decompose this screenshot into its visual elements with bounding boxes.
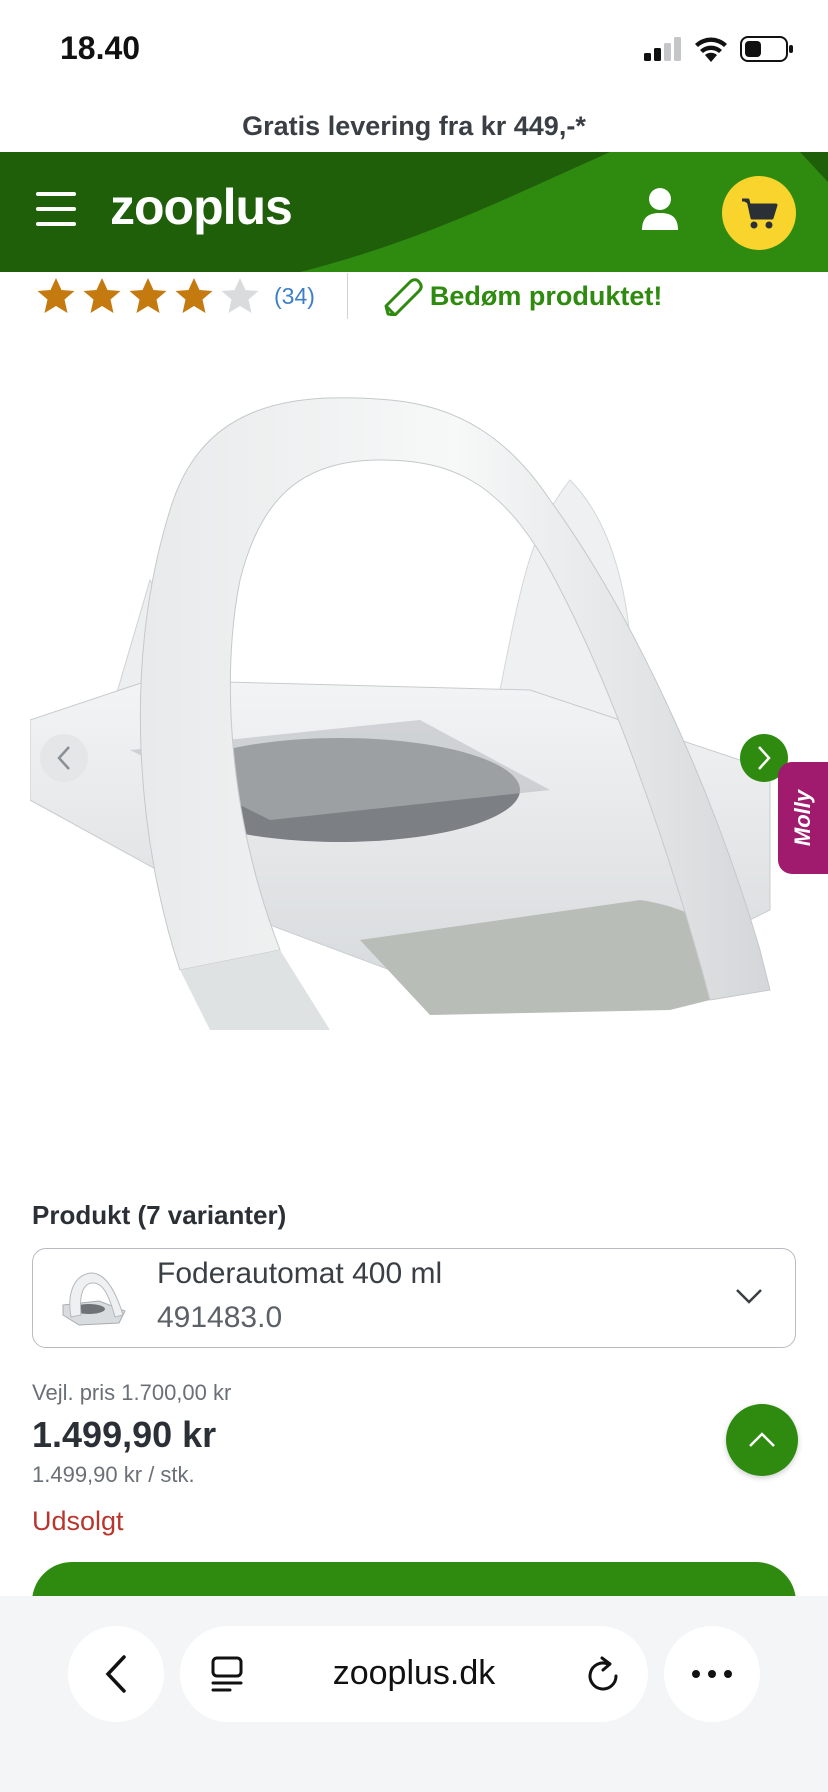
product-gallery[interactable] — [30, 350, 800, 1130]
site-header: zooplus — [0, 152, 828, 272]
zooplus-logo[interactable]: zooplus — [110, 178, 293, 236]
account-icon[interactable] — [640, 186, 680, 234]
wifi-icon — [695, 37, 727, 62]
status-icons — [644, 36, 794, 62]
variant-label: Produkt (7 varianter) — [32, 1200, 287, 1230]
pencil-icon — [384, 278, 423, 316]
chevron-left-icon — [57, 746, 70, 770]
status-bar: 18.40 — [0, 0, 828, 100]
star-filled-icon — [129, 278, 167, 313]
chevron-right-icon — [758, 746, 771, 770]
variant-sku: 491483.0 — [157, 1301, 283, 1334]
review-count-link[interactable]: (34) — [274, 283, 315, 310]
variant-name: Foderautomat 400 ml — [157, 1257, 443, 1290]
rating-divider — [346, 273, 348, 319]
chevron-up-icon — [749, 1432, 775, 1447]
star-rating[interactable] — [36, 277, 260, 315]
status-time: 18.40 — [60, 30, 141, 66]
more-options-button[interactable] — [664, 1626, 760, 1722]
promo-banner[interactable]: Gratis levering fra kr 449,-* — [0, 100, 828, 152]
cart-button[interactable] — [722, 176, 796, 250]
chevron-down-icon — [736, 1289, 762, 1304]
variant-thumbnail — [62, 1272, 126, 1326]
battery-icon — [740, 36, 793, 62]
molly-chat-label: Molly — [790, 789, 816, 847]
reload-icon[interactable] — [586, 1656, 622, 1694]
cart-icon — [742, 198, 778, 229]
variant-dropdown[interactable]: Foderautomat 400 ml 491483.0 — [32, 1248, 796, 1348]
rating-row: (34) Bedøm produktet! — [36, 272, 796, 320]
star-filled-icon — [175, 278, 213, 313]
back-arrow-icon — [105, 1655, 126, 1693]
recommended-price: Vejl. pris 1.700,00 kr — [32, 1380, 232, 1405]
rate-product-link[interactable]: Bedøm produktet! — [382, 276, 663, 316]
more-dot — [692, 1670, 700, 1678]
molly-chat-tab[interactable]: Molly — [778, 762, 828, 874]
browser-back-button[interactable] — [68, 1626, 164, 1722]
gallery-prev-button[interactable] — [40, 734, 88, 782]
product-price: 1.499,90 kr — [32, 1414, 217, 1455]
more-dot — [724, 1670, 732, 1678]
browser-toolbar: zooplus.dk — [0, 1596, 828, 1792]
star-filled-icon — [37, 278, 75, 313]
star-filled-icon — [83, 278, 121, 313]
hamburger-menu-icon[interactable] — [36, 192, 76, 226]
cellular-signal-icon — [644, 37, 681, 61]
url-text: zooplus.dk — [332, 1654, 496, 1692]
rate-product-label: Bedøm produktet! — [429, 280, 663, 311]
star-empty-icon — [221, 278, 259, 313]
unit-price: 1.499,90 kr / stk. — [32, 1462, 195, 1487]
address-bar[interactable]: zooplus.dk — [180, 1626, 648, 1722]
product-image — [30, 397, 771, 1030]
stock-status: Udsolgt — [32, 1506, 124, 1536]
more-dot — [708, 1670, 716, 1678]
scroll-to-top-button[interactable] — [726, 1404, 798, 1476]
